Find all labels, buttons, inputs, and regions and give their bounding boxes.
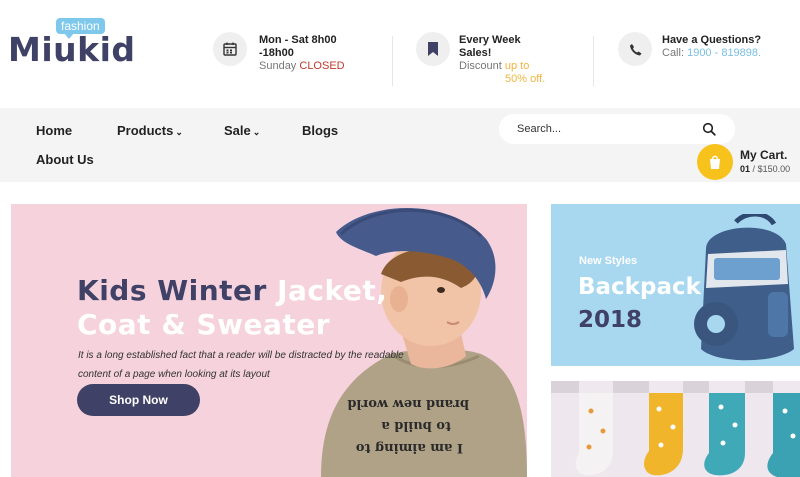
sales-line2: Sales! bbox=[459, 47, 492, 59]
weekly-sales-text: Every Week Sales! Discount up to 50% off… bbox=[459, 34, 545, 86]
nav-item-label: Products bbox=[117, 123, 174, 138]
chevron-down-icon: ⌄ bbox=[252, 127, 261, 137]
hero-description: It is a long established fact that a rea… bbox=[78, 350, 404, 380]
cart-total: $150.00 bbox=[757, 164, 791, 174]
opening-hours-text: Mon - Sat 8h00 -18h00 Sunday CLOSED bbox=[259, 34, 345, 73]
bookmark-icon bbox=[416, 32, 450, 66]
shopping-bag-icon[interactable] bbox=[697, 144, 733, 180]
shop-now-button[interactable]: Shop Now bbox=[77, 384, 200, 416]
header-divider bbox=[593, 36, 594, 86]
sales-line3: Discount up to bbox=[459, 60, 545, 73]
discount-upto: up to bbox=[504, 60, 530, 72]
cart-count: 01 bbox=[740, 164, 751, 174]
backpack-banner[interactable]: New Styles Backpack 2018 bbox=[551, 204, 800, 366]
calendar-icon bbox=[213, 32, 247, 66]
nav-item-home[interactable]: Home bbox=[36, 123, 72, 138]
logo-text: Miukid bbox=[8, 30, 136, 69]
hours-line1: Mon - Sat 8h00 bbox=[259, 34, 337, 46]
nav-item-label: About Us bbox=[36, 152, 94, 167]
phone-icon[interactable] bbox=[618, 32, 652, 66]
main-nav: Home Products⌄ Sale⌄ Blogs About Us My C… bbox=[0, 108, 800, 182]
backpack-banner-subtitle: New Styles bbox=[579, 255, 638, 267]
cart-title[interactable]: My Cart. bbox=[740, 148, 787, 162]
hours-line2: -18h00 bbox=[259, 47, 294, 59]
contact-line2: Call: 1900 - 819898. bbox=[662, 47, 761, 60]
search-icon[interactable] bbox=[702, 122, 716, 136]
search-box bbox=[499, 114, 735, 144]
site-logo[interactable]: fashion Miukid bbox=[8, 18, 138, 73]
backpack-banner-year: 2018 bbox=[578, 307, 643, 333]
shirt-text-line: to build a bbox=[381, 418, 451, 433]
header-divider bbox=[392, 36, 393, 86]
nav-item-blogs[interactable]: Blogs bbox=[302, 123, 338, 138]
sales-line1: Every Week bbox=[459, 34, 521, 46]
cart-summary[interactable]: 01 / $150.00 bbox=[740, 164, 790, 174]
nav-item-sale[interactable]: Sale ⌄ bbox=[224, 123, 260, 138]
discount-value: 50% off. bbox=[505, 73, 546, 85]
shirt-text-line: I am aiming to bbox=[356, 440, 463, 455]
call-label: Call: bbox=[662, 47, 685, 59]
discount-label: Discount bbox=[459, 60, 502, 72]
nav-item-about-us[interactable]: About Us bbox=[36, 152, 94, 167]
hours-line3: Sunday CLOSED bbox=[259, 60, 345, 73]
nav-item-label: Home bbox=[36, 123, 73, 138]
hero-title-white-2: Coat & Sweater bbox=[77, 308, 331, 341]
backpack-image bbox=[694, 214, 794, 361]
search-input[interactable] bbox=[517, 119, 697, 139]
chevron-down-icon: ⌄ bbox=[175, 127, 183, 137]
hero-title-white-1: Jacket, bbox=[277, 274, 388, 307]
socks-banner[interactable] bbox=[551, 381, 800, 477]
nav-item-label: Blogs bbox=[302, 123, 339, 138]
nav-item-label: Sale bbox=[224, 123, 251, 138]
shirt-text-line: brand new world bbox=[347, 396, 469, 411]
contact-text: Have a Questions? Call: 1900 - 819898. bbox=[662, 34, 761, 60]
hero-title-dark: Kids Winter bbox=[77, 274, 267, 307]
nav-item-products[interactable]: Products ⌄ bbox=[117, 123, 183, 138]
hero-title: Kids Winter Jacket, Coat & Sweater bbox=[77, 274, 387, 342]
closed-status: CLOSED bbox=[299, 60, 345, 72]
socks-image bbox=[551, 381, 800, 477]
top-header: fashion Miukid Mon - Sat 8h00 -18h00 Sun… bbox=[0, 0, 800, 108]
sunday-label: Sunday bbox=[259, 60, 297, 72]
phone-number-link[interactable]: 1900 - 819898. bbox=[687, 47, 761, 59]
hero-banner: I am aiming to to build a brand new worl… bbox=[11, 204, 527, 477]
cart-separator: / bbox=[752, 164, 756, 174]
contact-line1: Have a Questions? bbox=[662, 34, 762, 46]
